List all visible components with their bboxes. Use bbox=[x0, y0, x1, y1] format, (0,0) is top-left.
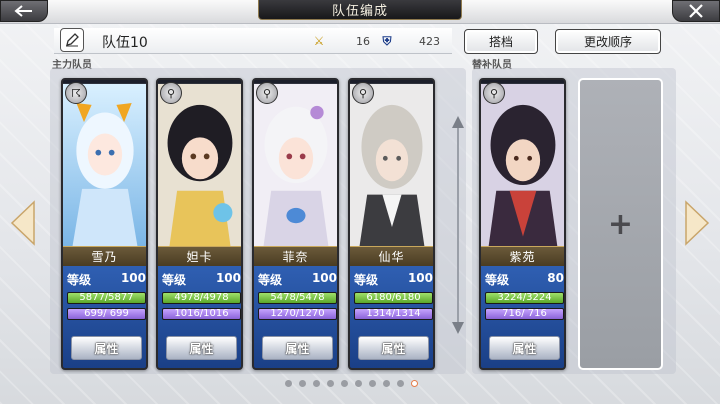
level-row: 等级 100 bbox=[258, 271, 337, 287]
level-row: 等级 100 bbox=[67, 271, 146, 287]
character-type-badge: ⚲ bbox=[483, 82, 505, 104]
level-value: 100 bbox=[407, 271, 433, 285]
attributes-button[interactable]: 属性 bbox=[358, 336, 429, 360]
character-type-badge: ⚲ bbox=[160, 82, 182, 104]
level-label: 等级 bbox=[67, 273, 92, 287]
add-member-icon: + bbox=[607, 206, 634, 242]
page-dot[interactable] bbox=[369, 380, 376, 387]
page-dot[interactable] bbox=[397, 380, 404, 387]
character-name: 雪乃 bbox=[63, 246, 146, 266]
level-label: 等级 bbox=[258, 273, 283, 287]
level-value: 100 bbox=[311, 271, 337, 285]
partner-button[interactable]: 搭档 bbox=[464, 29, 538, 54]
level-value: 100 bbox=[215, 271, 241, 285]
attributes-button[interactable]: 属性 bbox=[71, 336, 142, 360]
back-arrow-icon bbox=[14, 5, 32, 17]
level-label: 等级 bbox=[354, 273, 379, 287]
attributes-button[interactable]: 属性 bbox=[166, 336, 237, 360]
hp-bar: 3224/3224 bbox=[485, 292, 564, 304]
hp-bar: 6180/6180 bbox=[354, 292, 433, 304]
level-row: 等级 80 bbox=[485, 271, 564, 287]
character-portrait bbox=[350, 83, 433, 247]
character-stats: 等级 100 5478/5478 1270/1270 属性 bbox=[254, 266, 337, 368]
level-value: 100 bbox=[120, 271, 146, 285]
character-name: 妲卡 bbox=[158, 246, 241, 266]
pagination-dots bbox=[285, 380, 418, 387]
character-name: 紫苑 bbox=[481, 246, 564, 266]
character-card[interactable]: ⚲ 菲奈 等级 100 5478/5478 1270/1270 属性 bbox=[252, 78, 339, 370]
page-dot[interactable] bbox=[341, 380, 348, 387]
defense-stat-icon: ⛨ bbox=[382, 33, 392, 48]
character-stats: 等级 100 4978/4978 1016/1016 属性 bbox=[158, 266, 241, 368]
page-dot[interactable] bbox=[285, 380, 292, 387]
level-value: 80 bbox=[547, 271, 564, 285]
page-title: 队伍编成 bbox=[258, 0, 462, 20]
mp-bar: 1314/1314 bbox=[354, 308, 433, 320]
level-row: 等级 100 bbox=[162, 271, 241, 287]
character-stats: 等级 100 6180/6180 1314/1314 属性 bbox=[350, 266, 433, 368]
character-type-badge: ⚲ bbox=[352, 82, 374, 104]
character-stats: 等级 100 5877/5877 699/ 699 属性 bbox=[63, 266, 146, 368]
page-dot[interactable] bbox=[313, 380, 320, 387]
change-order-button[interactable]: 更改顺序 bbox=[555, 29, 661, 54]
character-stats: 等级 80 3224/3224 716/ 716 属性 bbox=[481, 266, 564, 368]
character-card[interactable]: ⚲ 仙华 等级 100 6180/6180 1314/1314 属性 bbox=[348, 78, 435, 370]
level-row: 等级 100 bbox=[354, 271, 433, 287]
close-icon bbox=[689, 4, 703, 18]
page-dot[interactable] bbox=[327, 380, 334, 387]
character-type-badge: ☈ bbox=[65, 82, 87, 104]
mp-bar: 716/ 716 bbox=[485, 308, 564, 320]
page-dot[interactable] bbox=[411, 380, 418, 387]
character-name: 菲奈 bbox=[254, 246, 337, 266]
character-portrait bbox=[254, 83, 337, 247]
mp-bar: 1016/1016 bbox=[162, 308, 241, 320]
empty-substitute-slot[interactable]: + bbox=[578, 78, 663, 370]
character-card[interactable]: ⚲ 紫苑 等级 80 3224/3224 716/ 716 属性 bbox=[479, 78, 566, 370]
back-button[interactable] bbox=[0, 0, 48, 22]
pencil-icon bbox=[66, 33, 79, 47]
character-card[interactable]: ☈ 雪乃 等级 100 5877/5877 699/ 699 属性 bbox=[61, 78, 148, 370]
attributes-button[interactable]: 属性 bbox=[262, 336, 333, 360]
character-type-badge: ⚲ bbox=[256, 82, 278, 104]
level-label: 等级 bbox=[162, 273, 187, 287]
hp-bar: 5478/5478 bbox=[258, 292, 337, 304]
character-name: 仙华 bbox=[350, 246, 433, 266]
mp-bar: 699/ 699 bbox=[67, 308, 146, 320]
page-dot[interactable] bbox=[355, 380, 362, 387]
attack-stat-value: 16 bbox=[356, 35, 370, 48]
edit-name-button[interactable] bbox=[60, 28, 84, 52]
page-dot[interactable] bbox=[383, 380, 390, 387]
swap-arrows-icon bbox=[452, 116, 464, 334]
level-label: 等级 bbox=[485, 273, 510, 287]
attack-stat-icon: ⚔ bbox=[313, 34, 325, 48]
character-portrait bbox=[158, 83, 241, 247]
hp-bar: 4978/4978 bbox=[162, 292, 241, 304]
attributes-button[interactable]: 属性 bbox=[489, 336, 560, 360]
character-portrait bbox=[481, 83, 564, 247]
defense-stat-value: 423 bbox=[419, 35, 440, 48]
mp-bar: 1270/1270 bbox=[258, 308, 337, 320]
previous-page-arrow-icon[interactable] bbox=[8, 200, 38, 246]
character-portrait bbox=[63, 83, 146, 247]
close-button[interactable] bbox=[672, 0, 720, 22]
next-page-arrow-icon[interactable] bbox=[682, 200, 712, 246]
hp-bar: 5877/5877 bbox=[67, 292, 146, 304]
team-name: 队伍10 bbox=[102, 35, 148, 51]
page-dot[interactable] bbox=[299, 380, 306, 387]
character-card[interactable]: ⚲ 妲卡 等级 100 4978/4978 1016/1016 属性 bbox=[156, 78, 243, 370]
